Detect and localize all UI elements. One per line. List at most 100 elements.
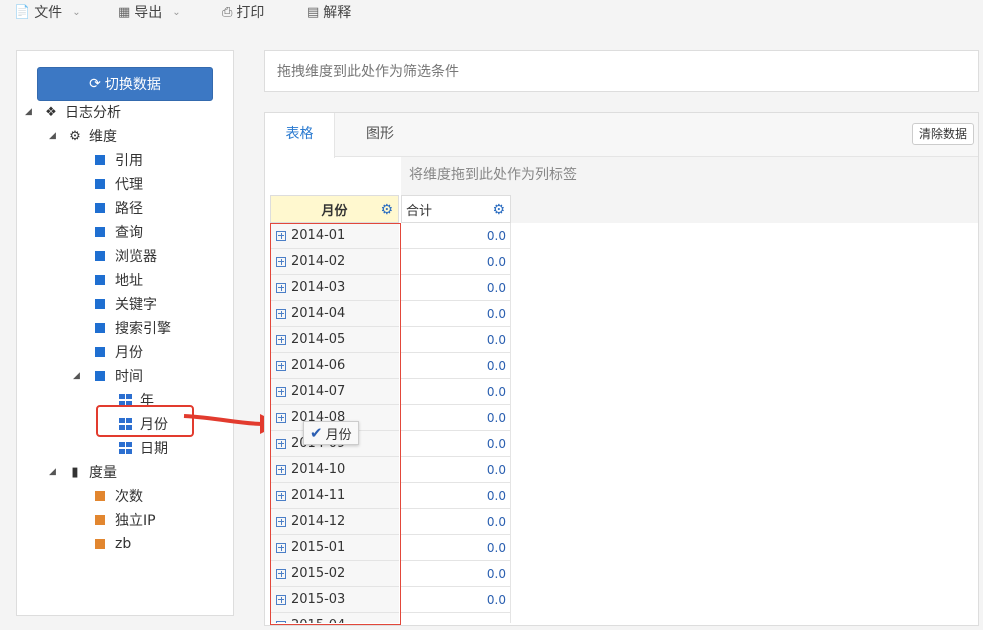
row-header-month[interactable]: 月份 ⚙	[270, 195, 399, 223]
value-header-total[interactable]: 合计 ⚙	[401, 195, 511, 223]
tree-time-node[interactable]: 时间	[95, 365, 143, 387]
tree-dimension-item[interactable]: 搜索引擎	[95, 317, 171, 339]
month-cell[interactable]: 2014-03	[270, 275, 399, 301]
measure-square-icon	[95, 515, 105, 525]
value-cell: 0.0	[401, 275, 511, 301]
tab-chart[interactable]: 图形	[345, 113, 415, 157]
table-row: 2014-05 0.0	[270, 327, 511, 353]
table-row: 2015-04	[270, 613, 511, 623]
month-cell[interactable]: 2014-11	[270, 483, 399, 509]
column-label-drop-zone[interactable]: 将维度拖到此处作为列标签	[401, 157, 978, 193]
expand-plus-icon[interactable]	[276, 620, 286, 623]
table-row: 2014-10 0.0	[270, 457, 511, 483]
row-header-label: 月份	[321, 203, 348, 219]
tree-measure-item[interactable]: 次数	[95, 485, 143, 507]
tree-dimension-item[interactable]: 查询	[95, 221, 143, 243]
gear-icon[interactable]: ⚙	[380, 202, 393, 218]
expand-plus-icon[interactable]	[276, 230, 286, 241]
collapse-triangle-icon[interactable]: ◢	[49, 467, 56, 477]
file-menu[interactable]: 📄 文件 ⌄	[14, 2, 81, 22]
explain-button[interactable]: ▤ 解释	[307, 2, 351, 22]
month-label: 2014-12	[291, 514, 346, 529]
expand-plus-icon[interactable]	[276, 464, 286, 475]
tree-measure-item[interactable]: zb	[95, 533, 131, 555]
tree-root-log-analysis[interactable]: ❖ 日志分析	[43, 101, 121, 123]
print-button[interactable]: ⎙ 打印	[222, 2, 264, 22]
expand-plus-icon[interactable]	[276, 256, 286, 267]
print-label: 打印	[236, 5, 265, 21]
month-cell[interactable]: 2014-04	[270, 301, 399, 327]
measure-group-label: 度量	[89, 465, 117, 481]
file-menu-label: 文件	[34, 5, 63, 21]
value-cell: 0.0	[401, 431, 511, 457]
month-cell[interactable]: 2014-02	[270, 249, 399, 275]
filter-drop-zone[interactable]: 拖拽维度到此处作为筛选条件	[264, 50, 979, 92]
data-tree-panel: ⟳ 切换数据 ◢ ❖ 日志分析 ◢ ⚙ 维度 引用 代理 路径 查询 浏览器 地…	[16, 50, 234, 616]
dimension-label: 路径	[115, 201, 143, 217]
table-row: 2014-11 0.0	[270, 483, 511, 509]
collapse-triangle-icon[interactable]: ◢	[49, 131, 56, 141]
tree-dimension-item[interactable]: 路径	[95, 197, 143, 219]
tree-level-day[interactable]: 日期	[119, 437, 168, 459]
month-cell[interactable]: 2014-12	[270, 509, 399, 535]
tree-dimension-item[interactable]: 代理	[95, 173, 143, 195]
month-label: 2015-03	[291, 592, 346, 607]
month-cell[interactable]: 2014-06	[270, 353, 399, 379]
dimension-square-icon	[95, 371, 105, 381]
explain-label: 解释	[323, 5, 352, 21]
tree-dimension-item[interactable]: 月份	[95, 341, 143, 363]
expand-plus-icon[interactable]	[276, 438, 286, 449]
value-header-label: 合计	[406, 203, 433, 219]
month-cell[interactable]: 2015-03	[270, 587, 399, 613]
tree-dimension-group[interactable]: ⚙ 维度	[67, 125, 117, 147]
expand-plus-icon[interactable]	[276, 308, 286, 319]
dimension-square-icon	[95, 275, 105, 285]
month-cell[interactable]: 2015-04	[270, 613, 399, 623]
expand-plus-icon[interactable]	[276, 568, 286, 579]
collapse-triangle-icon[interactable]: ◢	[73, 371, 80, 381]
month-label: 2014-02	[291, 254, 346, 269]
tree-measure-group[interactable]: ▮ 度量	[67, 461, 117, 483]
column-zone-placeholder: 将维度拖到此处作为列标签	[409, 167, 577, 183]
expand-plus-icon[interactable]	[276, 594, 286, 605]
month-cell[interactable]: 2014-01	[270, 223, 399, 249]
printer-icon: ⎙	[222, 4, 233, 20]
month-cell[interactable]: 2014-05	[270, 327, 399, 353]
expand-plus-icon[interactable]	[276, 542, 286, 553]
value-cell: 0.0	[401, 249, 511, 275]
tree-dimension-item[interactable]: 地址	[95, 269, 143, 291]
month-label: 2014-01	[291, 228, 346, 243]
table-row: 2014-07 0.0	[270, 379, 511, 405]
level-grid-icon	[119, 442, 132, 454]
tab-table[interactable]: 表格	[265, 113, 335, 158]
month-cell[interactable]: 2015-02	[270, 561, 399, 587]
month-label: 2014-04	[291, 306, 346, 321]
expand-plus-icon[interactable]	[276, 490, 286, 501]
value-cell: 0.0	[401, 561, 511, 587]
collapse-triangle-icon[interactable]: ◢	[25, 107, 32, 117]
month-cell[interactable]: 2015-01	[270, 535, 399, 561]
expand-plus-icon[interactable]	[276, 386, 286, 397]
month-cell[interactable]: 2014-07	[270, 379, 399, 405]
table-row: 2014-04 0.0	[270, 301, 511, 327]
tree-measure-item[interactable]: 独立IP	[95, 509, 156, 531]
tree-dimension-item[interactable]: 浏览器	[95, 245, 157, 267]
expand-plus-icon[interactable]	[276, 412, 286, 423]
excel-icon: ▦	[118, 4, 131, 20]
pivot-panel: 表格 图形 清除数据 将维度拖到此处作为列标签 月份 ⚙ 合计 ⚙ 2014-0…	[264, 112, 979, 626]
dimension-label: 搜索引擎	[115, 321, 171, 337]
clear-data-button[interactable]: 清除数据	[911, 123, 974, 145]
gear-icon[interactable]: ⚙	[492, 202, 505, 218]
month-cell[interactable]: 2014-10	[270, 457, 399, 483]
dimension-label: 引用	[115, 153, 143, 169]
export-menu[interactable]: ▦ 导出 ⌄	[118, 2, 181, 22]
switch-data-button[interactable]: ⟳ 切换数据	[37, 67, 213, 101]
tree-dimension-item[interactable]: 关键字	[95, 293, 157, 315]
table-row: 2014-03 0.0	[270, 275, 511, 301]
tree-dimension-item[interactable]: 引用	[95, 149, 143, 171]
month-label: 2014-11	[291, 488, 346, 503]
expand-plus-icon[interactable]	[276, 516, 286, 527]
expand-plus-icon[interactable]	[276, 360, 286, 371]
expand-plus-icon[interactable]	[276, 282, 286, 293]
expand-plus-icon[interactable]	[276, 334, 286, 345]
